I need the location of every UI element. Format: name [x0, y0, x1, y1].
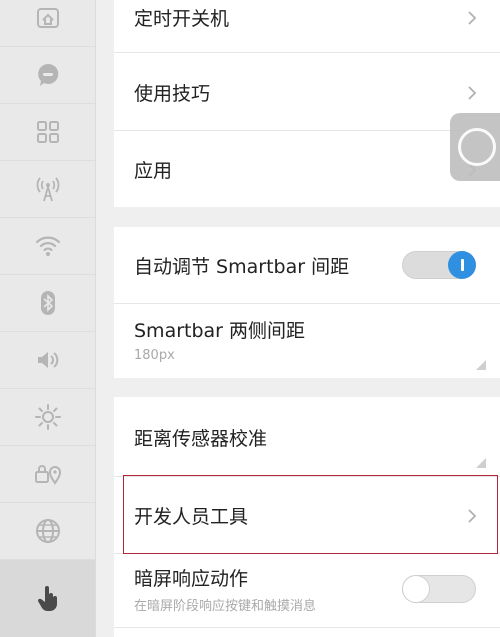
settings-group-advanced: 距离传感器校准 开发人员工具 暗屏响应动作 在暗屏阶段响应按键和触摸消息	[114, 397, 500, 637]
row-usage-tips[interactable]: 使用技巧	[114, 52, 500, 131]
home-icon	[36, 8, 59, 28]
chevron-right-icon	[468, 509, 477, 523]
sidebar-item-hotspot[interactable]	[0, 161, 95, 218]
bluetooth-icon	[40, 291, 55, 315]
row-scheduled-power[interactable]: 定时开关机	[114, 0, 500, 53]
auto-adjust-smartbar-label: 自动调节 Smartbar 间距	[134, 256, 350, 278]
wifi-icon	[35, 236, 60, 256]
scheduled-power-label: 定时开关机	[134, 8, 230, 30]
auto-adjust-smartbar-toggle[interactable]	[402, 251, 476, 279]
hand-pointer-icon	[37, 585, 57, 611]
sidebar-item-apps[interactable]	[0, 104, 95, 161]
toggle-knob-off	[402, 575, 430, 603]
toggle-knob-on	[448, 251, 476, 279]
dropdown-corner-icon	[476, 360, 486, 370]
sidebar-item-home[interactable]	[0, 0, 95, 47]
row-apps[interactable]: 应用	[114, 130, 500, 207]
sidebar-item-accessibility[interactable]	[0, 560, 95, 637]
dropdown-corner-icon	[476, 458, 486, 468]
sidebar-item-sound[interactable]	[0, 332, 95, 389]
usage-tips-label: 使用技巧	[134, 83, 211, 105]
sidebar-item-security-location[interactable]	[0, 446, 95, 503]
settings-group-smartbar: 自动调节 Smartbar 间距 Smartbar 两侧间距 180px	[114, 227, 500, 378]
chevron-right-icon	[468, 86, 477, 100]
assistive-touch-button[interactable]	[450, 113, 500, 181]
chat-bubble-icon	[37, 63, 58, 86]
proximity-calibration-label: 距离传感器校准	[134, 428, 268, 450]
smartbar-side-spacing-value: 180px	[134, 348, 175, 363]
sidebar-item-wifi[interactable]	[0, 218, 95, 275]
globe-icon	[35, 519, 60, 543]
volume-icon	[37, 352, 58, 368]
row-dark-screen-actions[interactable]: 暗屏响应动作 在暗屏阶段响应按键和触摸消息	[114, 553, 500, 628]
dark-screen-actions-label: 暗屏响应动作	[134, 568, 249, 590]
dark-screen-actions-desc: 在暗屏阶段响应按键和触摸消息	[134, 599, 317, 614]
grid-apps-icon	[36, 121, 59, 143]
assistive-ring-icon	[458, 128, 496, 166]
row-smartbar-side-spacing[interactable]: Smartbar 两侧间距 180px	[114, 303, 500, 378]
developer-tools-label: 开发人员工具	[134, 506, 249, 528]
chevron-right-icon	[468, 11, 477, 25]
settings-group-general: 定时开关机 使用技巧 应用	[114, 0, 500, 207]
row-developer-tools[interactable]: 开发人员工具	[114, 476, 500, 554]
apps-label: 应用	[134, 160, 173, 182]
sidebar-item-display[interactable]	[0, 389, 95, 446]
dark-screen-actions-toggle[interactable]	[402, 575, 476, 603]
settings-sidebar	[0, 0, 96, 637]
hotspot-icon	[36, 177, 59, 202]
sidebar-item-language[interactable]	[0, 503, 95, 560]
sidebar-item-bluetooth[interactable]	[0, 275, 95, 332]
lock-location-icon	[34, 465, 61, 485]
smartbar-side-spacing-label: Smartbar 两侧间距	[134, 320, 306, 342]
sidebar-item-messages[interactable]	[0, 47, 95, 104]
brightness-icon	[34, 404, 61, 430]
row-proximity-calibration[interactable]: 距离传感器校准	[114, 397, 500, 477]
row-auto-adjust-smartbar[interactable]: 自动调节 Smartbar 间距	[114, 227, 500, 304]
